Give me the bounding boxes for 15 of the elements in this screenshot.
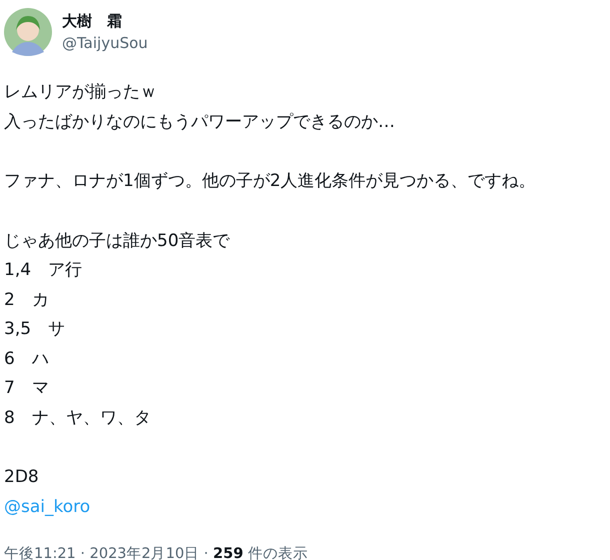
- tweet-meta: 午後11:21 · 2023年2月10日 · 259 件の表示: [4, 545, 308, 560]
- tweet-text-line: 6 ハ: [4, 348, 49, 370]
- tweet-text-line: 3,5 サ: [4, 318, 66, 341]
- tweet-text-line: 8 ナ、ヤ、ワ、タ: [4, 406, 151, 430]
- tweet-text-line: 1,4 ア行: [4, 259, 82, 282]
- author-handle[interactable]: @TaijyuSou: [62, 34, 148, 52]
- tweet-text-line: ファナ、ロナが1個ずつ。他の子が2人進化条件が見つかる、ですね。: [4, 170, 536, 193]
- tweet-text-line: じゃあ他の子は誰か50音表で: [4, 230, 230, 252]
- tweet-text-line: 7 マ: [4, 377, 49, 400]
- tweet-text-line: 入ったばかりなのにもうパワーアップできるのか…: [4, 110, 395, 134]
- tweet-text-line: レムリアが揃ったｗ: [4, 81, 157, 104]
- tweet-text-line: 2 カ: [4, 288, 49, 312]
- author-name[interactable]: 大樹 霜: [62, 12, 122, 31]
- avatar[interactable]: [4, 8, 52, 56]
- tweet-text-line: 2D8: [4, 466, 39, 489]
